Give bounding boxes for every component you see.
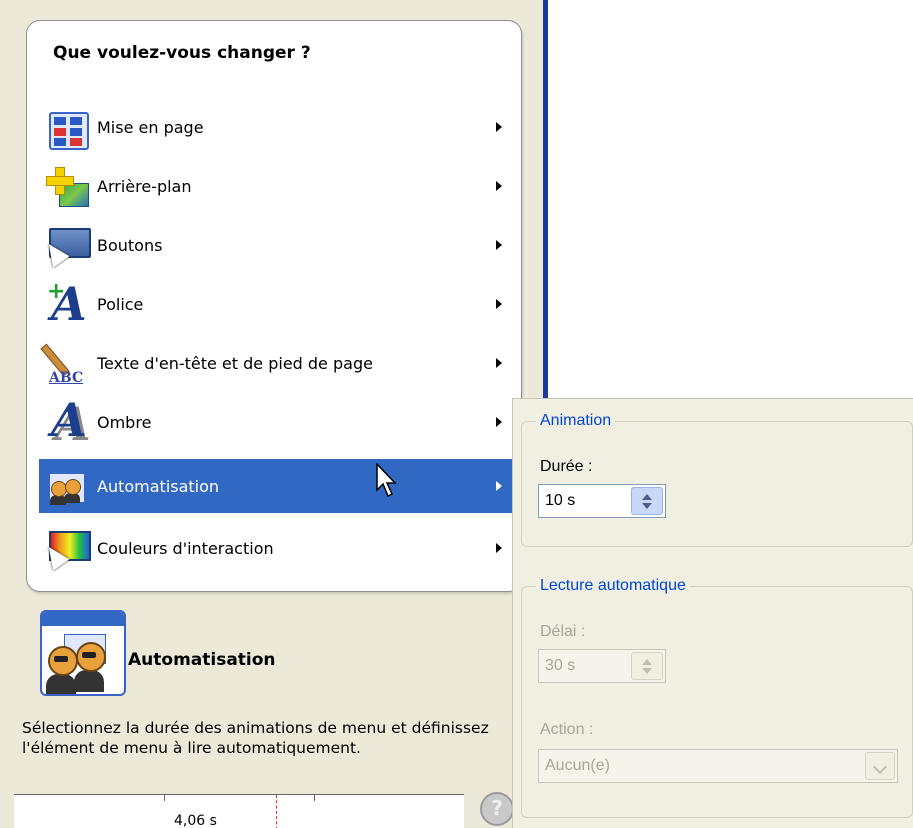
menu-item-buttons[interactable]: Boutons [39,218,514,272]
submenu-arrow-icon [496,299,502,309]
submenu-arrow-icon [496,240,502,250]
details-description: Sélectionnez la durée des animations de … [22,719,489,757]
automation-large-icon [40,610,126,696]
background-icon [43,161,93,211]
menu-item-label: Boutons [97,235,163,255]
menu-item-shadow[interactable]: AA Ombre [39,395,514,449]
menu-title: Que voulez-vous changer ? [53,43,311,63]
menu-item-background[interactable]: Arrière-plan [39,159,514,213]
duration-spinner[interactable]: 10 s [538,484,666,518]
delay-spin-buttons[interactable] [631,652,663,680]
menu-item-header-footer-text[interactable]: ABC Texte d'en-tête et de pied de page [39,336,514,390]
details-title: Automatisation [128,650,276,670]
shadow-icon: AA [51,393,91,451]
menu-item-label: Texte d'en-tête et de pied de page [97,353,373,373]
dropdown-button[interactable] [865,752,895,780]
animation-group: Animation Durée : 10 s [521,412,913,547]
submenu-arrow-icon [496,417,502,427]
menu-item-label: Arrière-plan [97,176,192,196]
menu-item-label: Ombre [97,412,152,432]
interaction-colors-icon [40,523,93,573]
duration-spin-buttons[interactable] [631,487,663,515]
action-value: Aucun(e) [545,757,610,774]
menu-item-label: Mise en page [97,117,204,137]
timeline-marker [276,795,277,828]
delay-label: Délai : [540,623,586,640]
autoplay-legend: Lecture automatique [536,577,690,595]
help-icon: ? [491,796,503,820]
animation-legend: Animation [536,412,616,430]
timeline-time-label: 4,06 s [174,813,217,828]
duration-label: Durée : [540,458,593,475]
submenu-arrow-icon [496,543,502,553]
action-dropdown[interactable]: Aucun(e) [538,749,898,783]
submenu-arrow-icon [496,122,502,132]
help-button[interactable]: ? [480,792,514,826]
buttons-icon [40,220,93,270]
submenu-arrow-icon [496,481,502,491]
delay-spinner[interactable]: 30 s [538,649,666,683]
customize-menu-panel: Que voulez-vous changer ? Mise en page A… [26,20,522,592]
mouse-pointer-icon [376,463,397,498]
submenu-arrow-icon [496,358,502,368]
spin-up-icon [642,659,652,665]
action-label: Action : [540,721,594,738]
menu-item-label: Couleurs d'interaction [97,538,274,558]
menu-item-label: Automatisation [97,476,220,496]
submenu-arrow-icon [496,181,502,191]
spin-down-icon [642,668,652,674]
spin-down-icon [642,503,652,509]
menu-item-layout[interactable]: Mise en page [39,100,514,154]
layout-icon [43,102,93,152]
menu-item-font[interactable]: A + Police [39,277,514,331]
preview-area [548,0,913,400]
menu-item-interaction-colors[interactable]: Couleurs d'interaction [39,521,514,575]
autoplay-group: Lecture automatique Délai : 30 s Action … [521,577,913,818]
menu-item-automation[interactable]: Automatisation [39,459,514,513]
automation-settings-panel: Animation Durée : 10 s Lecture automatiq… [512,398,913,828]
chevron-down-icon [872,759,888,775]
duration-value: 10 s [545,492,576,509]
preview-border [543,0,548,400]
spin-up-icon [642,494,652,500]
delay-value: 30 s [545,657,576,674]
header-footer-text-icon: ABC [40,338,93,388]
font-icon: A + [47,277,87,331]
menu-item-label: Police [97,294,144,314]
timeline[interactable]: 4,06 s [14,794,464,828]
automation-icon [43,461,93,511]
